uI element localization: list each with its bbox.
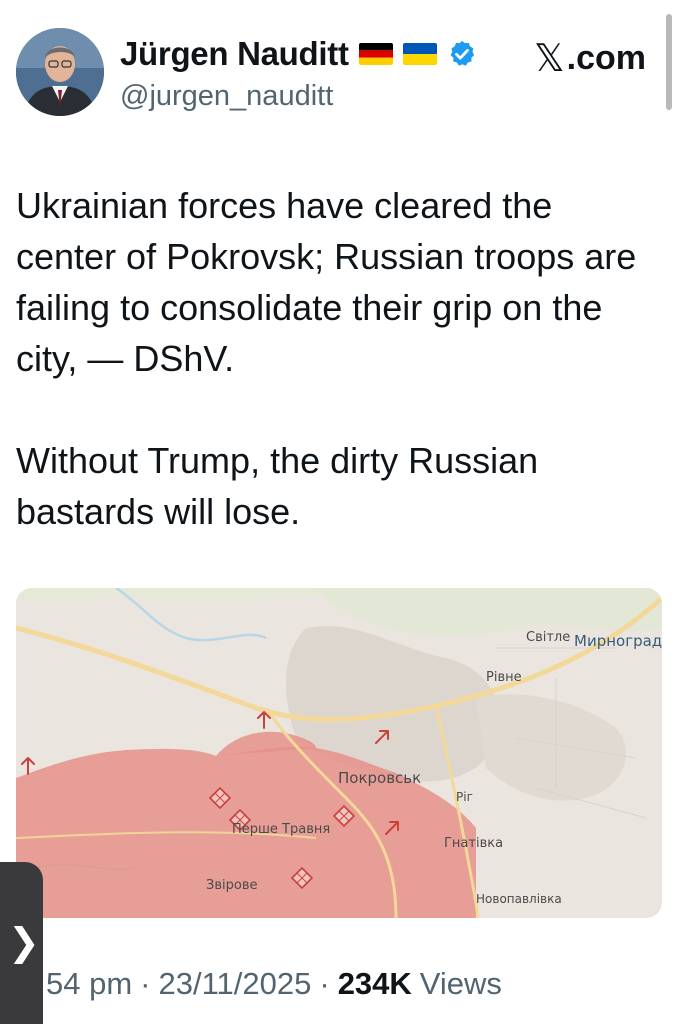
display-name[interactable]: Jürgen Nauditt	[120, 35, 349, 73]
map-label-myrnohrad: Мирноград	[574, 632, 662, 650]
chevron-right-icon: ❯	[8, 920, 40, 964]
map-label-pershe-travnia: Перше Травня	[232, 822, 331, 837]
map-label-svitle: Світле	[526, 630, 571, 645]
avatar[interactable]	[16, 28, 104, 116]
map-label-hnativka: Гнатівка	[444, 836, 504, 851]
germany-flag-icon	[358, 43, 393, 65]
map-label-rivne: Рівне	[486, 670, 522, 685]
side-drawer-handle[interactable]: ❯	[0, 862, 43, 1024]
verified-badge-icon	[447, 39, 477, 69]
map-label-rih: Рiг	[456, 790, 473, 804]
brand-label: 𝕏 .com	[534, 36, 646, 81]
tweet-header: Jürgen Nauditt 𝕏 .com @jurgen_nauditt	[16, 28, 662, 120]
separator-dot: ·	[319, 966, 330, 1001]
tweet-time[interactable]: 54 pm	[46, 966, 132, 1002]
tweet-meta: 54 pm · 23/11/2025 · 234K Views	[46, 966, 502, 1002]
separator-dot: ·	[140, 966, 151, 1001]
tweet-date[interactable]: 23/11/2025	[159, 966, 312, 1002]
scrollbar-thumb[interactable]	[666, 14, 672, 110]
views-count[interactable]: 234K	[338, 966, 412, 1002]
map-image[interactable]: Світле Мирноград Рівне Покровськ Рiг Гна…	[16, 588, 662, 918]
map-label-zvirove: Звірове	[206, 878, 258, 893]
map-label-novopavlivka: Новопавлівка	[476, 892, 562, 906]
tweet-text: Ukrainian forces have cleared the center…	[16, 185, 637, 532]
user-handle[interactable]: @jurgen_nauditt	[120, 80, 333, 113]
map-label-pokrovsk: Покровськ	[338, 769, 422, 787]
x-logo-icon: 𝕏	[534, 38, 565, 80]
ukraine-flag-icon	[402, 43, 437, 65]
brand-domain: .com	[566, 39, 646, 77]
name-row: Jürgen Nauditt	[120, 32, 477, 76]
views-label: Views	[419, 966, 502, 1001]
